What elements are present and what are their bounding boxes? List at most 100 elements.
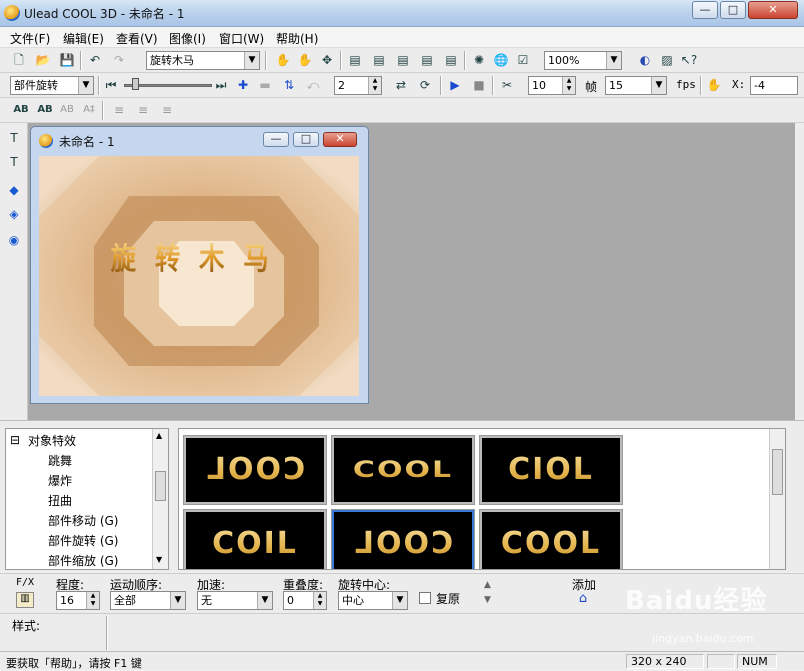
lens-icon[interactable]: ◐ (636, 51, 654, 69)
align-center-icon[interactable]: ≡ (134, 101, 152, 119)
insert-text-icon[interactable]: T (5, 129, 23, 147)
accel-value: 无 (201, 594, 212, 607)
menu-window[interactable]: 窗口(W) (219, 30, 264, 47)
effect-thumbnail[interactable]: COOL (183, 435, 327, 505)
text-vertical-icon[interactable]: A‡ (80, 101, 98, 119)
current-frame-field[interactable]: 2 ▲ ▼ (334, 76, 382, 95)
menu-file[interactable]: 文件(F) (10, 30, 50, 47)
spin-arrows-icon[interactable]: ▲ ▼ (86, 592, 99, 609)
frame-count-field[interactable]: 10 ▲ ▼ (528, 76, 576, 95)
tree-item[interactable]: 扭曲 (48, 492, 72, 509)
context-help-icon[interactable]: ↖? (680, 51, 698, 69)
doc-close-button[interactable]: ✕ (323, 132, 357, 147)
spin-arrows-icon[interactable]: ▲ ▼ (313, 592, 326, 609)
check-icon[interactable]: ☑ (514, 51, 532, 69)
zoom-select[interactable]: 100% ▼ (544, 51, 622, 70)
tree-item[interactable]: 部件缩放 (G) (48, 552, 118, 569)
align-right-icon[interactable]: ≡ (158, 101, 176, 119)
spin-arrows-icon[interactable]: ▲ ▼ (562, 77, 575, 94)
open-folder-icon[interactable]: 📂 (34, 51, 52, 69)
undo-icon[interactable]: ↶ (86, 51, 104, 69)
spin-arrows-icon[interactable]: ▲ ▼ (368, 77, 381, 94)
x-position-field[interactable]: -4 (750, 76, 798, 95)
menu-view[interactable]: 查看(V) (116, 30, 158, 47)
effect-thumbnail[interactable]: COOL (479, 509, 623, 569)
thumb-scrollbar[interactable] (769, 429, 785, 569)
save-icon[interactable]: 💾 (58, 51, 76, 69)
effect-thumbnail[interactable]: COIL (183, 509, 327, 569)
thumb-scroll-thumb[interactable] (772, 449, 783, 495)
tree-item[interactable]: 跳舞 (48, 452, 72, 469)
close-button[interactable]: ✕ (748, 1, 798, 19)
image-icon[interactable]: ▨ (658, 51, 676, 69)
tree-item[interactable]: 爆炸 (48, 472, 72, 489)
menu-image[interactable]: 图像(I) (169, 30, 206, 47)
menu-edit[interactable]: 编辑(E) (63, 30, 104, 47)
first-frame-icon[interactable]: ⏮ (102, 76, 120, 94)
effect-thumbnail[interactable]: CIOL (479, 435, 623, 505)
globe-icon[interactable]: 🌐 (492, 51, 510, 69)
view-side-icon[interactable]: ▤ (370, 51, 388, 69)
accel-select[interactable]: 无 ▼ (197, 591, 273, 610)
center-select[interactable]: 中心 ▼ (338, 591, 408, 610)
level-value: 16 (60, 594, 74, 607)
insert-geometry-icon[interactable]: ◆ (5, 181, 23, 199)
tree-item[interactable]: 部件旋转 (G) (48, 532, 118, 549)
minimize-button[interactable]: — (692, 1, 718, 19)
last-frame-icon[interactable]: ⏭ (212, 76, 230, 94)
effect-thumbnail-selected[interactable]: COOL (331, 509, 475, 569)
reverse-icon[interactable]: ⇅ (280, 76, 298, 94)
edit-geometry-icon[interactable]: ◈ (5, 205, 23, 223)
document-window[interactable]: 未命名 - 1 — □ ✕ 旋转木马 (30, 126, 369, 404)
text-spacing-icon[interactable]: AB (58, 101, 76, 119)
view-top-icon[interactable]: ▤ (394, 51, 412, 69)
effect-icon[interactable]: ✺ (470, 51, 488, 69)
loop-icon[interactable]: ⟳ (416, 76, 434, 94)
preview-canvas[interactable]: 旋转木马 (39, 156, 359, 396)
doc-minimize-button[interactable]: — (263, 132, 289, 147)
object-select[interactable]: 部件旋转 ▼ (10, 76, 94, 95)
scroll-up-icon[interactable]: ▲ (156, 431, 162, 440)
view-bottom-icon[interactable]: ▤ (442, 51, 460, 69)
effect-thumbnail[interactable]: COOL (331, 435, 475, 505)
stop-icon[interactable]: ■ (470, 76, 488, 94)
fx-icon[interactable]: ▥ (16, 592, 34, 608)
swap-icon[interactable]: ⇄ (392, 76, 410, 94)
redo-icon[interactable]: ↷ (110, 51, 128, 69)
tree-item[interactable]: 部件移动 (G) (48, 512, 118, 529)
tree-scrollbar[interactable]: ▲ ▼ (152, 429, 168, 569)
hand-move-icon[interactable]: ✋ (274, 51, 292, 69)
view-back-icon[interactable]: ▤ (418, 51, 436, 69)
add-frame-icon[interactable]: ✚ (234, 76, 252, 94)
fps-select[interactable]: 15 ▼ (605, 76, 667, 95)
tree-root[interactable]: 对象特效 (28, 432, 76, 449)
smooth-icon[interactable]: ✂ (498, 76, 516, 94)
new-file-icon[interactable]: 🗋 (10, 51, 28, 69)
tree-scroll-thumb[interactable] (155, 471, 166, 501)
edit-text-icon[interactable]: T (5, 153, 23, 171)
overlap-field[interactable]: 0 ▲ ▼ (283, 591, 327, 610)
order-select[interactable]: 全部 ▼ (110, 591, 186, 610)
maximize-button[interactable]: □ (720, 1, 746, 19)
hand-rotate-icon[interactable]: ✋ (296, 51, 314, 69)
hand-icon[interactable]: ✋ (705, 76, 723, 94)
add-effect-icon[interactable]: ⌂ (574, 591, 592, 608)
insert-graphic-icon[interactable]: ◉ (5, 231, 23, 249)
play-icon[interactable]: ▶ (446, 76, 464, 94)
text-object-select[interactable]: 旋转木马 ▼ (146, 51, 260, 70)
level-field[interactable]: 16 ▲ ▼ (56, 591, 100, 610)
doc-maximize-button[interactable]: □ (293, 132, 319, 147)
menu-help[interactable]: 帮助(H) (276, 30, 318, 47)
props-scroll-arrows-icon[interactable]: ▲ ▼ (484, 578, 491, 608)
loop-back-icon[interactable]: ⤺ (304, 76, 322, 94)
text-bold-icon[interactable]: AB (36, 101, 54, 119)
tree-expand-icon[interactable]: ⊟ (10, 433, 20, 447)
align-left-icon[interactable]: ≡ (110, 101, 128, 119)
text-style-icon[interactable]: AB (12, 101, 30, 119)
remove-frame-icon[interactable]: ▬ (256, 76, 274, 94)
hand-resize-icon[interactable]: ✥ (318, 51, 336, 69)
scroll-down-icon[interactable]: ▼ (156, 555, 162, 564)
restore-checkbox[interactable] (419, 592, 431, 604)
timeline-thumb[interactable] (132, 78, 139, 90)
view-front-icon[interactable]: ▤ (346, 51, 364, 69)
